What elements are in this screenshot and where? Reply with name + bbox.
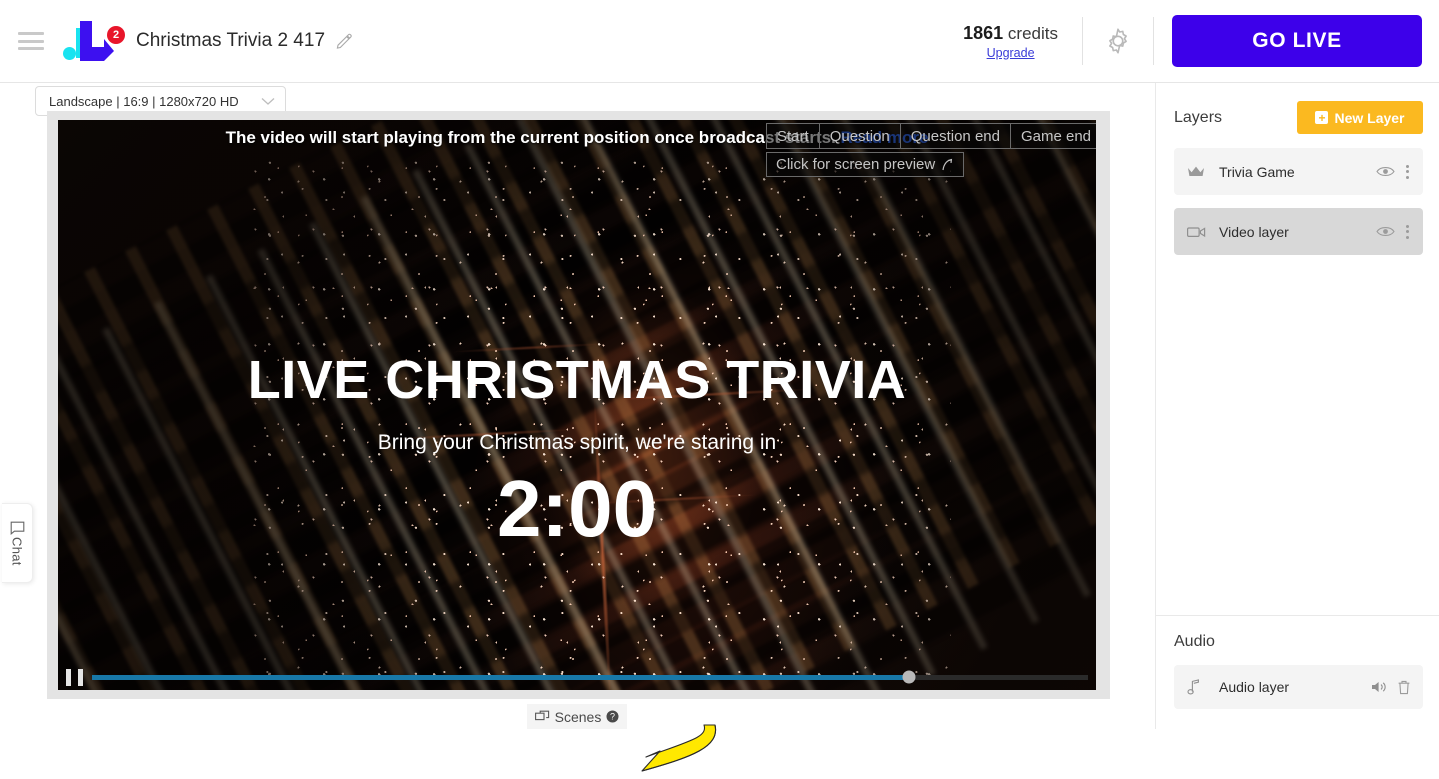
trash-icon[interactable] bbox=[1397, 680, 1411, 695]
credits-text: 1861 credits bbox=[963, 23, 1058, 44]
progress-bar-handle[interactable] bbox=[902, 670, 916, 684]
chat-bubble-icon bbox=[10, 521, 25, 535]
layers-list: Trivia Game Video layer bbox=[1156, 134, 1439, 255]
plus-icon: + bbox=[1315, 111, 1329, 124]
eye-icon[interactable] bbox=[1376, 225, 1395, 238]
eye-icon[interactable] bbox=[1376, 165, 1395, 178]
audio-title: Audio bbox=[1174, 633, 1215, 650]
audio-section: Audio Audio layer bbox=[1156, 615, 1439, 729]
progress-bar-fill bbox=[92, 674, 909, 680]
audio-layer-name-label: Audio layer bbox=[1219, 679, 1290, 695]
progress-bar[interactable] bbox=[92, 670, 1088, 684]
arrow-up-right-icon bbox=[941, 158, 954, 172]
question-mark-icon[interactable]: ? bbox=[606, 710, 619, 723]
layer-actions bbox=[1376, 163, 1411, 181]
right-panel: Layers + New Layer Trivia Game Video lay… bbox=[1155, 83, 1439, 729]
credits-block: 1861 credits Upgrade bbox=[939, 23, 1082, 60]
svg-text:?: ? bbox=[610, 712, 615, 722]
page-title: Christmas Trivia 2 417 bbox=[136, 30, 326, 51]
overlay-subtitle: Bring your Christmas spirit, we're stari… bbox=[377, 430, 777, 454]
music-note-icon bbox=[1187, 679, 1211, 695]
layer-actions bbox=[1376, 223, 1411, 241]
overlay-countdown-timer: 2:00 bbox=[496, 463, 658, 553]
go-live-button[interactable]: GO LIVE bbox=[1172, 15, 1422, 67]
header-divider-2 bbox=[1153, 17, 1154, 65]
audio-layer-row[interactable]: Audio layer bbox=[1174, 665, 1423, 709]
scene-tabs: Start Question Question end Game end bbox=[766, 123, 1096, 149]
pause-icon[interactable] bbox=[66, 668, 83, 686]
scenes-button-label: Scenes bbox=[554, 708, 602, 725]
gear-icon[interactable] bbox=[1083, 0, 1153, 82]
layers-header: Layers + New Layer bbox=[1156, 83, 1439, 134]
kebab-menu-icon[interactable] bbox=[1404, 223, 1411, 241]
chat-tab-label: Chat bbox=[9, 536, 25, 566]
new-layer-label: New Layer bbox=[1334, 109, 1405, 126]
scenes-button[interactable]: Scenes ? bbox=[527, 704, 627, 729]
aspect-ratio-value: Landscape | 16:9 | 1280x720 HD bbox=[49, 93, 239, 109]
audio-layer-actions bbox=[1371, 680, 1411, 695]
scene-overlay-content: LIVE CHRISTMAS TRIVIA Bring your Christm… bbox=[58, 352, 1096, 549]
kebab-menu-icon[interactable] bbox=[1404, 163, 1411, 181]
upgrade-link[interactable]: Upgrade bbox=[987, 46, 1035, 60]
layers-title: Layers bbox=[1174, 108, 1223, 126]
scene-tab-start[interactable]: Start bbox=[766, 123, 819, 149]
stage-frame: The video will start playing from the cu… bbox=[47, 111, 1110, 699]
yellow-curved-arrow-annotation bbox=[641, 724, 717, 772]
scene-tab-question-end[interactable]: Question end bbox=[899, 123, 1010, 149]
notification-badge: 2 bbox=[107, 26, 125, 44]
app-logo[interactable]: 2 bbox=[60, 19, 125, 63]
scenes-icon bbox=[534, 710, 550, 723]
scene-tab-question[interactable]: Question bbox=[818, 123, 900, 149]
video-info-banner-text: The video will start playing from the cu… bbox=[225, 128, 836, 147]
hamburger-icon[interactable] bbox=[18, 32, 44, 50]
header-right-group: 1861 credits Upgrade GO LIVE bbox=[939, 0, 1439, 82]
chevron-down-icon bbox=[261, 97, 275, 106]
logo-dot-icon bbox=[63, 47, 76, 60]
overlay-title: LIVE CHRISTMAS TRIVIA bbox=[247, 350, 907, 410]
video-preview-canvas[interactable]: The video will start playing from the cu… bbox=[58, 120, 1096, 690]
chat-tab[interactable]: Chat bbox=[2, 503, 33, 583]
editor-workspace: Landscape | 16:9 | 1280x720 HD The video… bbox=[0, 83, 1155, 772]
screen-preview-hint-label: Click for screen preview bbox=[776, 156, 936, 173]
layer-row-video-layer[interactable]: Video layer bbox=[1174, 208, 1423, 255]
screen-preview-hint[interactable]: Click for screen preview bbox=[766, 152, 965, 177]
add-new-layer-button[interactable]: + New Layer bbox=[1297, 101, 1423, 134]
scene-tab-game-end[interactable]: Game end bbox=[1009, 123, 1096, 149]
video-player-controls bbox=[58, 664, 1096, 690]
layer-row-trivia-game[interactable]: Trivia Game bbox=[1174, 148, 1423, 195]
layer-name-label: Video layer bbox=[1219, 223, 1289, 240]
app-header: 2 Christmas Trivia 2 417 1861 credits Up… bbox=[0, 0, 1439, 83]
speaker-icon[interactable] bbox=[1371, 680, 1388, 694]
layer-name-label: Trivia Game bbox=[1219, 163, 1295, 180]
pencil-icon[interactable] bbox=[336, 33, 352, 49]
credits-amount: 1861 bbox=[963, 22, 1004, 43]
crown-icon bbox=[1187, 165, 1211, 179]
credits-label: credits bbox=[1007, 23, 1058, 43]
video-camera-icon bbox=[1187, 225, 1211, 239]
